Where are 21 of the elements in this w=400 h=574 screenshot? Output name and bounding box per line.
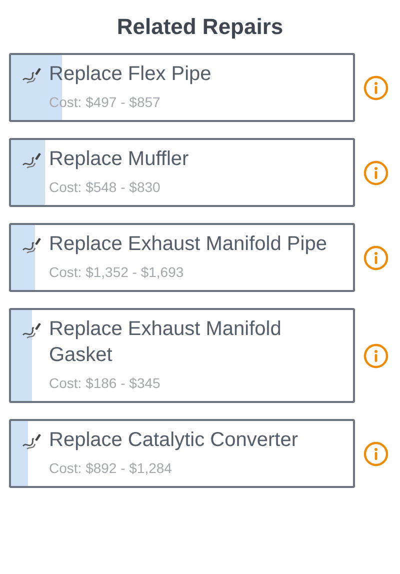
repair-name: Replace Catalytic Converter bbox=[49, 428, 298, 453]
repair-card[interactable]: Replace Exhaust Manifold Pipe Cost: $1,352 - $1,693 bbox=[9, 223, 355, 292]
repair-card[interactable]: Replace Exhaust Manifold Gasket Cost: $186 - $345 bbox=[9, 308, 355, 403]
repair-name: Replace Exhaust Manifold Gasket bbox=[49, 317, 282, 368]
repair-cost: Cost: $1,352 - $1,693 bbox=[49, 263, 185, 282]
repair-card[interactable]: Replace Flex Pipe Cost: $497 - $857 bbox=[9, 53, 355, 122]
repair-name: Replace Exhaust Manifold Pipe bbox=[49, 232, 327, 257]
repair-card[interactable]: Replace Muffler Cost: $548 - $830 bbox=[9, 138, 355, 207]
repair-cost: Cost: $186 - $345 bbox=[49, 374, 162, 393]
repair-card[interactable]: Replace Catalytic Converter Cost: $892 - $1,284 bbox=[9, 419, 355, 488]
repair-cost: Cost: $892 - $1,284 bbox=[49, 459, 173, 478]
repair-cost: Cost: $497 - $857 bbox=[49, 93, 162, 112]
repair-name: Replace Muffler bbox=[49, 147, 189, 172]
info-icon[interactable] bbox=[363, 342, 389, 368]
section-title: Related Repairs bbox=[116, 13, 284, 41]
info-icon[interactable] bbox=[363, 440, 389, 466]
info-icon[interactable] bbox=[363, 160, 389, 186]
repair-cost: Cost: $548 - $830 bbox=[49, 178, 162, 197]
repair-name: Replace Flex Pipe bbox=[49, 62, 212, 87]
info-icon[interactable] bbox=[363, 74, 389, 100]
info-icon[interactable] bbox=[363, 244, 389, 270]
